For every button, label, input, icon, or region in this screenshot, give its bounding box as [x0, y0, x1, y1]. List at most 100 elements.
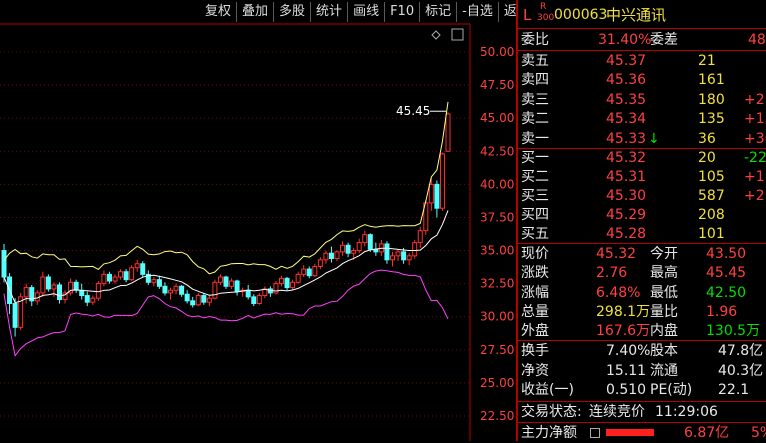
order-change: +1 [744, 169, 765, 185]
toolbar-mark-button[interactable]: 标记 [420, 2, 458, 22]
toolbar-stats-button[interactable]: 统计 [311, 2, 349, 22]
candle-body [245, 289, 251, 298]
trade-status-row: 交易状态: 连续竞价 11:29:06 [518, 402, 766, 422]
sell-order-row[interactable]: 卖五 45.37 21 [518, 51, 766, 71]
candle-body [301, 268, 307, 275]
diamond-toggle-icon[interactable] [431, 30, 441, 40]
order-level-label: 卖三 [521, 91, 549, 108]
quote-value: 298.1万 [596, 303, 651, 320]
quote-label: 总量 [521, 303, 549, 320]
main-net-pct: 5% [751, 425, 766, 441]
weicha-label: 委差 [650, 32, 678, 48]
buy-order-row[interactable]: 买一 45.32 20 -22 [518, 148, 766, 168]
order-volume: 101 [698, 226, 725, 242]
toolbar-watchlist-button[interactable]: -自选 [457, 2, 499, 22]
candle-body [106, 273, 112, 282]
y-tick-label: 42.50 [480, 144, 514, 158]
sell-order-row[interactable]: 卖三 45.35 180 +21 [518, 90, 766, 110]
toolbar-draw-line-button[interactable]: 画线 [348, 2, 386, 22]
stats-value: 7.40% [606, 343, 651, 359]
candle-body [306, 268, 312, 277]
buy-order-row[interactable]: 买五 45.28 101 [518, 224, 766, 244]
chart-toolbar: 复权 叠加 多股 统计 画线 F10 标记 -自选 返回 [200, 2, 535, 24]
stats-row: 换手 7.40% 股本 47.8亿 [518, 341, 766, 361]
y-tick-label: 35.00 [480, 244, 514, 258]
candle-body [73, 281, 79, 291]
buy-order-row[interactable]: 买四 45.29 208 [518, 205, 766, 225]
y-tick-label: 27.50 [480, 343, 514, 357]
candle-body [123, 271, 129, 281]
panel-toggle-icon[interactable] [451, 28, 464, 41]
sell-order-row[interactable]: 卖四 45.36 161 [518, 70, 766, 90]
candle-body [45, 276, 51, 290]
toolbar-f10-button[interactable]: F10 [385, 2, 421, 22]
main-net-bar [606, 429, 654, 436]
candle-body [290, 281, 296, 289]
weibi-value: 31.40% [598, 32, 652, 48]
kline-chart[interactable]: 50.00 47.50 45.00 42.50 40.00 37.50 35.00 32.50… [0, 0, 516, 441]
order-volume: 208 [698, 207, 725, 223]
candle-body [101, 273, 107, 285]
quote-label: 涨幅 [521, 284, 549, 301]
candle-body [401, 251, 407, 261]
candle-body [340, 244, 346, 253]
candle-body [312, 265, 318, 277]
main-net-value: 6.87亿 [684, 425, 730, 441]
main-net-row[interactable]: 主力净额 6.87亿 5% [518, 423, 766, 443]
candle-body [112, 276, 118, 282]
candle-body [428, 183, 434, 204]
weibi-label: 委比 [521, 32, 549, 48]
toolbar-multi-stock-button[interactable]: 多股 [274, 2, 312, 22]
candle-body [445, 113, 451, 152]
quote-label: 外盘 [521, 323, 549, 340]
candle-body [40, 276, 46, 294]
quote-row: 涨跌 2.76 最高 45.45 [518, 263, 766, 283]
stats-label: 收益(一) [521, 382, 574, 398]
order-level-label: 买四 [521, 207, 549, 223]
buy-order-row[interactable]: 买三 45.30 587 +2 [518, 186, 766, 206]
candle-body [367, 234, 373, 250]
quote-value-2: 45.45 [706, 265, 747, 282]
candle-body [217, 276, 223, 283]
order-volume: 20 [698, 150, 716, 166]
quote-row: 现价 45.32 今开 43.50 [518, 244, 766, 264]
stats-row: 收益(一) 0.510 PE(动) 22.1 [518, 380, 766, 400]
market-tag: L [523, 6, 532, 24]
quote-label: 涨跌 [521, 265, 549, 282]
quote-value: 6.48% [596, 284, 641, 301]
candle-body [206, 297, 212, 303]
candle-body [151, 279, 157, 283]
sell-order-row[interactable]: 卖二 45.34 135 +130 [518, 109, 766, 129]
sell-order-row[interactable]: 卖一 45.33 36 +36 ↓ [518, 129, 766, 149]
candle-body [412, 242, 418, 257]
y-tick-label: 47.50 [480, 78, 514, 92]
candle-body [284, 277, 290, 289]
candle-body [118, 271, 124, 278]
quote-row: 总量 298.1万 量比 1.96 [518, 302, 766, 322]
order-price: 45.30 [606, 188, 647, 204]
quote-label: 现价 [521, 246, 549, 262]
quote-label-2: 内盘 [650, 323, 678, 340]
candle-body [406, 255, 412, 261]
candle-body [23, 287, 29, 298]
order-volume: 180 [698, 91, 725, 108]
candle-body [279, 277, 284, 285]
candle-body [328, 252, 334, 259]
order-level-label: 卖二 [521, 111, 549, 128]
quote-label-2: 最低 [650, 284, 678, 301]
toolbar-fuquan-button[interactable]: 复权 [200, 2, 238, 22]
buy-order-row[interactable]: 买二 45.31 105 +1 [518, 167, 766, 187]
candle-body [384, 243, 390, 261]
weicha-value: 486 [748, 32, 766, 48]
stock-code: 000063 [554, 7, 608, 23]
candle-body [140, 263, 146, 275]
stats-row: 净资 15.11 流通 40.3亿 [518, 361, 766, 381]
toolbar-overlay-button[interactable]: 叠加 [237, 2, 275, 22]
weibi-row: 委比 31.40% 委差 486 [518, 30, 766, 50]
candle-body [323, 252, 329, 261]
down-arrow-icon: ↓ [648, 130, 660, 147]
main-net-menu-icon[interactable] [590, 428, 600, 438]
y-tick-label: 40.00 [480, 177, 514, 191]
order-price: 45.32 [606, 150, 647, 166]
stock-name: 中兴通讯 [606, 6, 667, 24]
